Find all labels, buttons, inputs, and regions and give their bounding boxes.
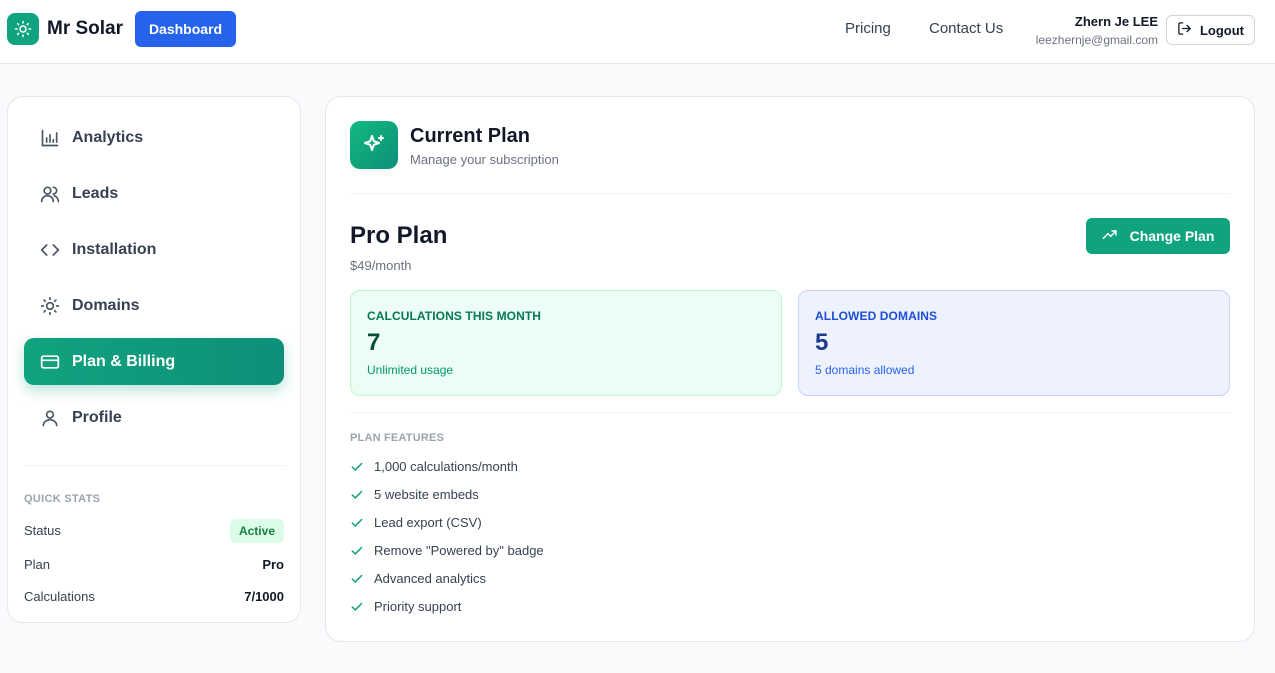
sidebar-item-label: Installation [72, 240, 157, 258]
status-badge: Active [229, 519, 284, 543]
feature-label: Advanced analytics [374, 571, 487, 586]
trending-up-icon [1102, 227, 1118, 246]
page-title: Current Plan [410, 125, 531, 147]
feature-item: Lead export (CSV) [350, 515, 482, 530]
logout-label: Logout [1199, 22, 1245, 38]
dashboard-button[interactable]: Dashboard [135, 11, 236, 47]
sidebar-item-label: Plan & Billing [72, 352, 176, 370]
logout-icon [1177, 21, 1192, 39]
sun-icon [40, 296, 60, 316]
top-navigation-bar: Mr Solar Dashboard Pricing Contact Us Zh… [0, 0, 1275, 64]
bar-chart-icon [40, 128, 60, 148]
sidebar-item-label: Leads [72, 184, 119, 202]
nav-link-pricing[interactable]: Pricing [845, 20, 891, 37]
domains-card-label: ALLOWED DOMAINS [815, 309, 938, 323]
feature-item: Priority support [350, 599, 461, 614]
sidebar-item-label: Domains [72, 296, 140, 314]
sidebar-item-label: Analytics [72, 128, 144, 146]
check-icon [350, 544, 364, 558]
plan-value: Pro [262, 557, 284, 572]
plan-price: $49/month [350, 258, 412, 273]
calculations-label: Calculations [24, 589, 95, 604]
change-plan-label: Change Plan [1129, 228, 1215, 244]
domains-card: ALLOWED DOMAINS 5 5 domains allowed [798, 290, 1230, 396]
check-icon [350, 600, 364, 614]
sidebar-item-label: Profile [72, 408, 122, 426]
domains-card-note: 5 domains allowed [815, 363, 915, 377]
divider [350, 412, 1230, 413]
status-label: Status [24, 523, 61, 538]
sparkles-icon [350, 121, 398, 169]
calculations-card-value: 7 [367, 329, 381, 356]
feature-label: 5 website embeds [374, 487, 479, 502]
domains-card-value: 5 [815, 329, 829, 356]
feature-label: Priority support [374, 599, 462, 614]
users-icon [40, 184, 60, 204]
user-name: Zhern Je LEE [1074, 14, 1158, 29]
calculations-card-note: Unlimited usage [367, 363, 454, 377]
brand-name[interactable]: Mr Solar [47, 18, 123, 40]
sidebar-item-profile[interactable]: Profile [24, 394, 284, 441]
plan-name: Pro Plan [350, 222, 448, 249]
feature-item: 1,000 calculations/month [350, 459, 518, 474]
features-heading: PLAN FEATURES [350, 432, 445, 444]
code-icon [40, 240, 60, 260]
sun-logo-icon[interactable] [7, 13, 39, 45]
page-subtitle: Manage your subscription [410, 152, 559, 167]
feature-label: Lead export (CSV) [374, 515, 482, 530]
check-icon [350, 516, 364, 530]
plan-label: Plan [24, 557, 51, 572]
check-icon [350, 460, 364, 474]
feature-item: Advanced analytics [350, 571, 486, 586]
calculations-card: CALCULATIONS THIS MONTH 7 Unlimited usag… [350, 290, 782, 396]
current-plan-card: Current Plan Manage your subscription Pr… [325, 96, 1255, 642]
sidebar-item-installation[interactable]: Installation [24, 226, 284, 273]
user-email: leezhernje@gmail.com [1035, 33, 1158, 47]
sidebar-item-leads[interactable]: Leads [24, 170, 284, 217]
sidebar-item-plan-billing[interactable]: Plan & Billing [24, 338, 284, 385]
sidebar: Analytics Leads Installation Domains Pla… [7, 96, 301, 623]
feature-item: Remove "Powered by" badge [350, 543, 544, 558]
calculations-value: 7/1000 [244, 589, 284, 604]
feature-label: 1,000 calculations/month [374, 459, 518, 474]
feature-item: 5 website embeds [350, 487, 479, 502]
divider [350, 193, 1230, 194]
sidebar-divider [24, 465, 286, 466]
quick-stats-heading: QUICK STATS [24, 493, 101, 505]
credit-card-icon [40, 352, 60, 372]
calculations-card-label: CALCULATIONS THIS MONTH [367, 309, 542, 323]
feature-label: Remove "Powered by" badge [374, 543, 544, 558]
check-icon [350, 488, 364, 502]
change-plan-button[interactable]: Change Plan [1086, 218, 1230, 254]
sidebar-item-analytics[interactable]: Analytics [24, 114, 284, 161]
check-icon [350, 572, 364, 586]
nav-link-contact-us[interactable]: Contact Us [929, 20, 1003, 37]
sidebar-item-domains[interactable]: Domains [24, 282, 284, 329]
logout-button[interactable]: Logout [1166, 15, 1255, 45]
user-icon [40, 408, 60, 428]
